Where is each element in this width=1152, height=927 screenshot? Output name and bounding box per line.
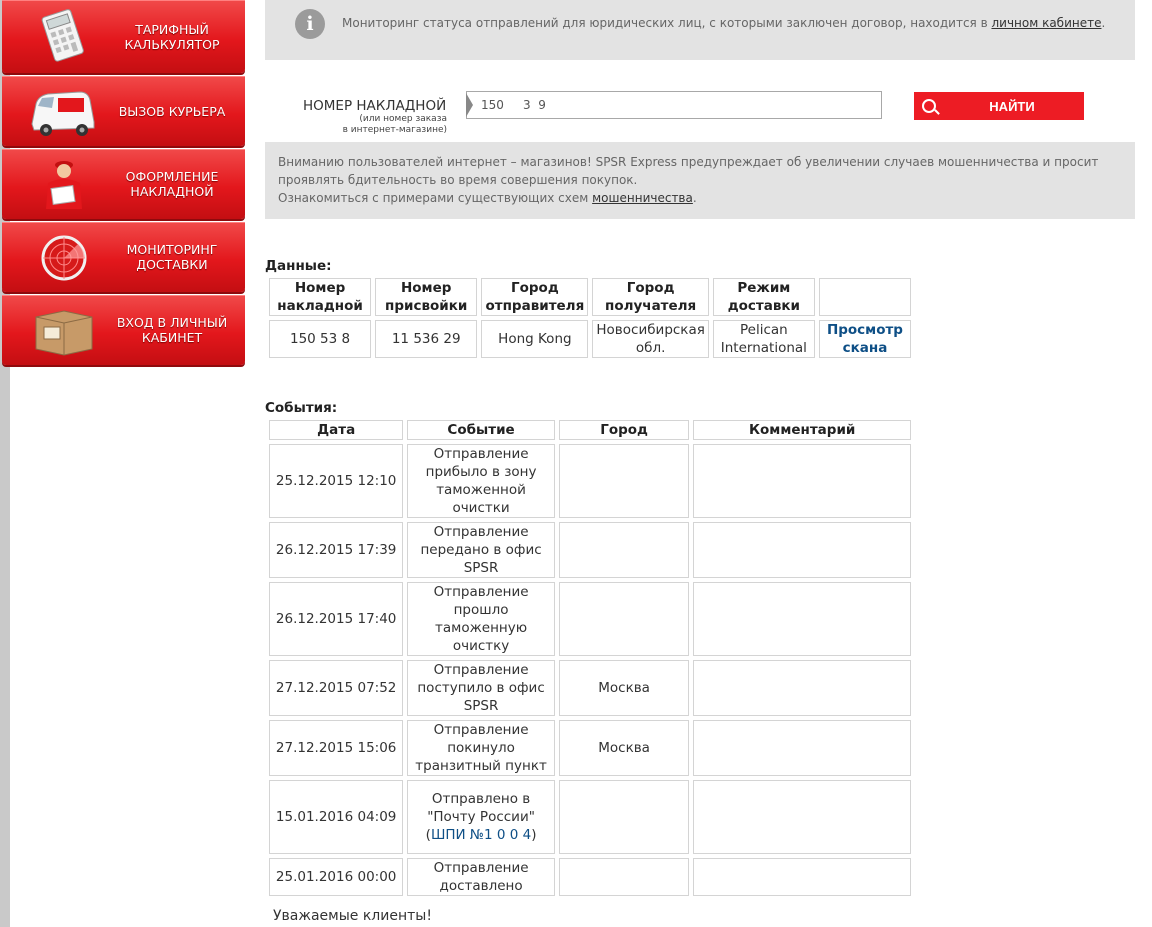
sidebar-item-label: ВЫЗОВ КУРЬЕРА xyxy=(118,103,226,119)
event-comment xyxy=(693,582,911,656)
event-comment xyxy=(693,720,911,776)
table-row: 150 53 8 11 536 29 Hong Kong Новосибирск… xyxy=(269,320,911,358)
sidebar-item-label: ТАРИФНЫЙ КАЛЬКУЛЯТОР xyxy=(124,21,220,52)
sidebar-item-call-courier[interactable]: ВЫЗОВ КУРЬЕРА xyxy=(2,76,245,146)
find-button[interactable]: НАЙТИ xyxy=(914,92,1084,120)
input-marker-icon xyxy=(466,93,473,117)
scan-cell: Просмотр скана xyxy=(818,320,911,358)
fraud-warning: Вниманию пользователей интернет – магази… xyxy=(265,142,1135,219)
calculator-icon xyxy=(41,9,84,62)
sidebar-item-tariff-calculator[interactable]: ТАРИФНЫЙ КАЛЬКУЛЯТОР xyxy=(2,0,245,73)
postal-tracking-link[interactable]: ШПИ №1 0 0 4 xyxy=(431,827,531,843)
fraud-link[interactable]: мошенничества xyxy=(592,191,693,205)
sidebar: ТАРИФНЫЙ КАЛЬКУЛЯТОР ВЫЗОВ КУРЬЕРА ОФОРМ… xyxy=(2,0,245,368)
table-row: 25.01.2016 00:00 Отправление доставлено xyxy=(269,858,911,896)
event-description: Отправление доставлено xyxy=(407,858,555,896)
info-banner: i Мониторинг статуса отправлений для юри… xyxy=(265,0,1135,60)
view-scan-link[interactable]: Просмотр скана xyxy=(827,322,903,356)
event-date: 26.12.2015 17:39 xyxy=(269,522,404,578)
waybill-number-sublabel: (или номер заказа в интернет-магазине) xyxy=(342,114,447,135)
data-section-title: Данные: xyxy=(265,258,332,274)
assigned-number-cell: 11 536 29 xyxy=(375,320,478,358)
header-date: Дата xyxy=(269,420,404,440)
header-recipient-city: Город получателя xyxy=(592,278,709,316)
event-date: 26.12.2015 17:40 xyxy=(269,582,404,656)
table-row: 27.12.2015 07:52 Отправление поступило в… xyxy=(269,660,911,716)
shipment-data-table: Номер накладной Номер присвойки Город от… xyxy=(265,274,915,362)
event-comment xyxy=(693,522,911,578)
event-date: 27.12.2015 15:06 xyxy=(269,720,404,776)
event-description: Отправление передано в офис SPSR xyxy=(407,522,555,578)
recipient-city-cell: Новосибирская обл. xyxy=(592,320,709,358)
header-assigned-number: Номер присвойки xyxy=(375,278,478,316)
event-description: Отправление прибыло в зону таможенной оч… xyxy=(407,444,555,518)
event-city: Москва xyxy=(558,660,690,716)
event-comment xyxy=(693,780,911,854)
event-city: Москва xyxy=(558,720,690,776)
table-row: 26.12.2015 17:40 Отправление прошло тамо… xyxy=(269,582,911,656)
info-icon: i xyxy=(295,9,325,39)
event-date: 25.01.2016 00:00 xyxy=(269,858,404,896)
sidebar-item-label: ВХОД В ЛИЧНЫЙ КАБИНЕТ xyxy=(116,315,228,345)
header-waybill-number: Номер накладной xyxy=(269,278,372,316)
footer-greeting: Уважаемые клиенты! xyxy=(273,908,432,924)
events-table: Дата Событие Город Комментарий 25.12.201… xyxy=(265,416,915,900)
info-text: Мониторинг статуса отправлений для юриди… xyxy=(342,16,1106,30)
header-comment: Комментарий xyxy=(693,420,911,440)
event-city xyxy=(558,858,690,896)
header-sender-city: Город отправителя xyxy=(481,278,589,316)
box-login-icon xyxy=(35,310,93,356)
waybill-number-cell: 150 53 8 xyxy=(269,320,372,358)
waybill-number-label: НОМЕР НАКЛАДНОЙ xyxy=(303,98,447,114)
header-event: Событие xyxy=(407,420,555,440)
event-description: Отправление поступило в офис SPSR xyxy=(407,660,555,716)
courier-van-icon xyxy=(31,91,95,136)
waybill-number-input[interactable] xyxy=(466,91,882,119)
table-row: 15.01.2016 04:09 Отправлено в "Почту Рос… xyxy=(269,780,911,854)
header-city: Город xyxy=(558,420,690,440)
event-comment xyxy=(693,660,911,716)
sidebar-item-personal-account[interactable]: ВХОД В ЛИЧНЫЙ КАБИНЕТ xyxy=(2,295,245,365)
event-description: Отправление покинуло транзитный пункт xyxy=(407,720,555,776)
sidebar-item-label: МОНИТОРИНГ ДОСТАВКИ xyxy=(126,242,218,272)
event-date: 15.01.2016 04:09 xyxy=(269,780,404,854)
radar-icon xyxy=(41,235,87,281)
header-delivery-mode: Режим доставки xyxy=(712,278,815,316)
event-city xyxy=(558,582,690,656)
courier-person-icon xyxy=(46,161,82,209)
event-date: 27.12.2015 07:52 xyxy=(269,660,404,716)
personal-account-link[interactable]: личном кабинете xyxy=(991,16,1101,30)
event-comment xyxy=(693,858,911,896)
event-description: Отправлено в "Почту России" (ШПИ №1 0 0 … xyxy=(407,780,555,854)
table-row: 26.12.2015 17:39 Отправление передано в … xyxy=(269,522,911,578)
sidebar-item-label: ОФОРМЛЕНИЕ НАКЛАДНОЙ xyxy=(125,169,219,199)
event-comment xyxy=(693,444,911,518)
sender-city-cell: Hong Kong xyxy=(481,320,589,358)
event-description: Отправление прошло таможенную очистку xyxy=(407,582,555,656)
sidebar-item-create-waybill[interactable]: ОФОРМЛЕНИЕ НАКЛАДНОЙ xyxy=(2,149,245,219)
event-city xyxy=(558,522,690,578)
table-row: 25.12.2015 12:10 Отправление прибыло в з… xyxy=(269,444,911,518)
event-date: 25.12.2015 12:10 xyxy=(269,444,404,518)
tracking-search: НОМЕР НАКЛАДНОЙ (или номер заказа в инте… xyxy=(265,60,1135,140)
header-scan xyxy=(818,278,911,316)
event-city xyxy=(558,780,690,854)
table-row: 27.12.2015 15:06 Отправление покинуло тр… xyxy=(269,720,911,776)
events-section-title: События: xyxy=(265,400,338,416)
delivery-mode-cell: Pelican International xyxy=(712,320,815,358)
event-city xyxy=(558,444,690,518)
sidebar-item-delivery-monitoring[interactable]: МОНИТОРИНГ ДОСТАВКИ xyxy=(2,222,245,292)
